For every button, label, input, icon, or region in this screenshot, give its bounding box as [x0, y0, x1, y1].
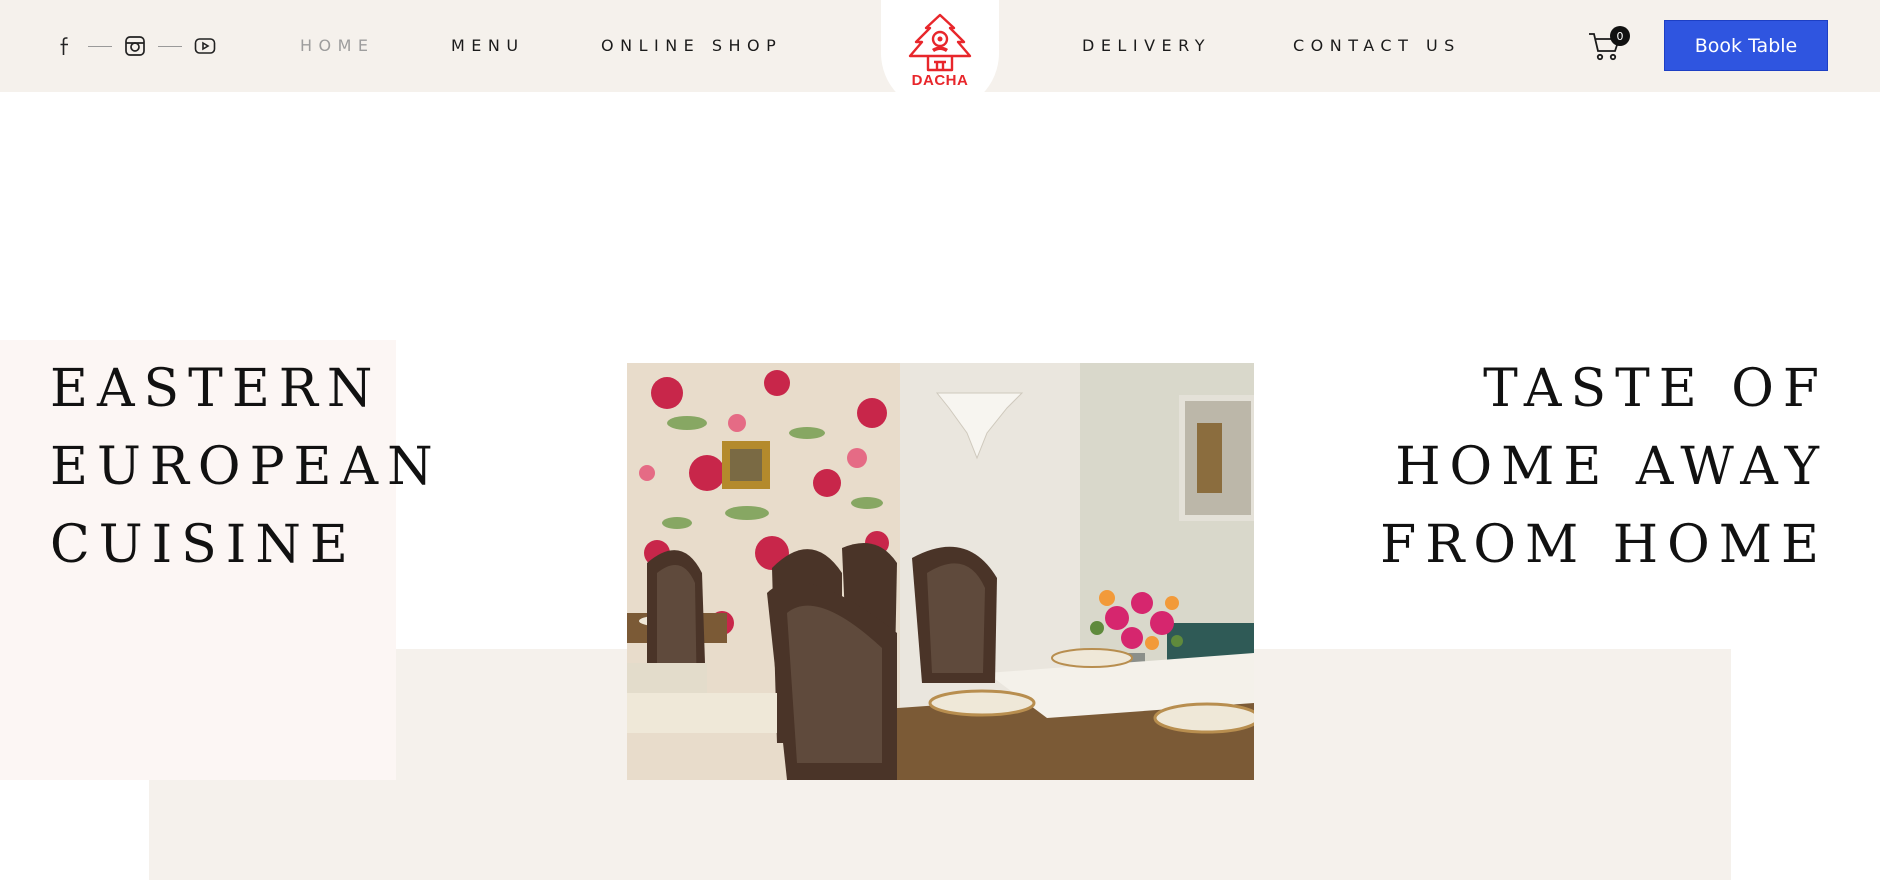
- dacha-logo[interactable]: DACHA: [881, 0, 999, 112]
- headline-right: TASTE OF HOME AWAY FROM HOME: [1380, 350, 1828, 584]
- nav-delivery[interactable]: DELIVERY: [1082, 36, 1211, 55]
- book-table-button[interactable]: Book Table: [1664, 20, 1828, 71]
- social-divider: [88, 45, 112, 47]
- headline-right-line: FROM HOME: [1380, 515, 1828, 575]
- restaurant-interior-photo: [627, 363, 1254, 780]
- house-emblem-icon: [908, 13, 972, 72]
- instagram-icon[interactable]: [122, 33, 148, 59]
- facebook-icon[interactable]: [52, 33, 78, 59]
- headline-left: EASTERN EUROPEAN CUISINE: [50, 350, 442, 584]
- cart-button[interactable]: 0: [1588, 26, 1630, 64]
- logo-wordmark: DACHA: [911, 72, 969, 89]
- headline-right-line: HOME AWAY: [1395, 437, 1828, 497]
- nav-online-shop[interactable]: ONLINE SHOP: [601, 36, 782, 55]
- headline-left-line: CUISINE: [50, 515, 357, 575]
- headline-left-line: EASTERN: [50, 359, 382, 419]
- headline-left-line: EUROPEAN: [50, 437, 442, 497]
- social-divider: [158, 45, 182, 47]
- headline-right-line: TASTE OF: [1483, 359, 1828, 419]
- cart-count-badge: 0: [1610, 26, 1630, 46]
- site-header: HOME MENU ONLINE SHOP DACHA DELIVERY CON…: [0, 0, 1880, 112]
- nav-home[interactable]: HOME: [300, 36, 375, 55]
- youtube-icon[interactable]: [192, 33, 218, 59]
- nav-menu[interactable]: MENU: [451, 36, 525, 55]
- nav-contact-us[interactable]: CONTACT US: [1293, 36, 1461, 55]
- social-links: [52, 33, 218, 59]
